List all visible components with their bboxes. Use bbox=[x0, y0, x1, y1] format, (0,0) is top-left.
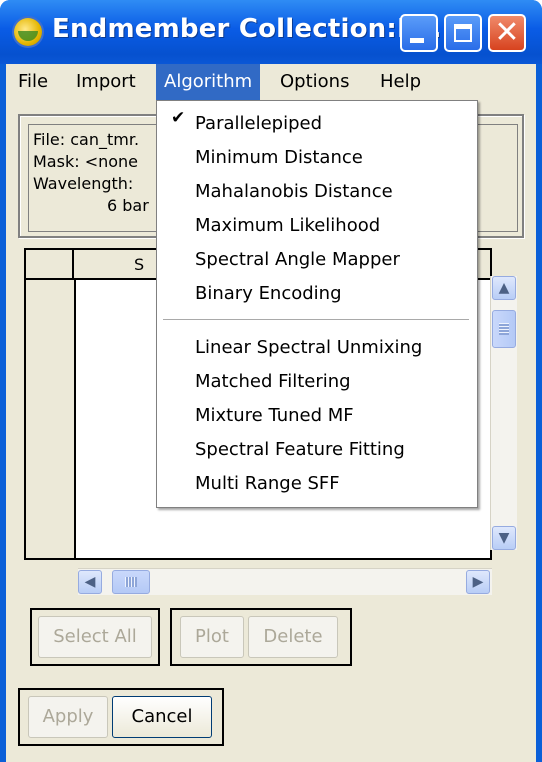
close-button[interactable]: ✕ bbox=[488, 14, 526, 52]
scroll-left-icon[interactable]: ◀ bbox=[78, 570, 102, 594]
menu-item-parallelepiped[interactable]: Parallelepiped bbox=[157, 107, 477, 141]
vertical-scroll-thumb[interactable] bbox=[492, 310, 516, 348]
title-bar[interactable]: Endmember Collection:P... ✕ bbox=[0, 0, 542, 64]
menu-import[interactable]: Import bbox=[68, 64, 144, 100]
close-icon: ✕ bbox=[494, 15, 520, 50]
menu-item-multi-range-sff[interactable]: Multi Range SFF bbox=[157, 467, 477, 501]
menu-item-mixture-tuned-mf[interactable]: Mixture Tuned MF bbox=[157, 399, 477, 433]
algorithm-dropdown-menu: ✔ Parallelepiped Minimum Distance Mahala… bbox=[156, 100, 478, 508]
menu-file[interactable]: File bbox=[10, 64, 56, 100]
menu-item-spectral-angle-mapper[interactable]: Spectral Angle Mapper bbox=[157, 243, 477, 277]
menu-item-binary-encoding[interactable]: Binary Encoding bbox=[157, 277, 477, 311]
horizontal-scrollbar[interactable]: ◀ ▶ bbox=[78, 568, 492, 595]
menu-help[interactable]: Help bbox=[372, 64, 429, 100]
select-button-group: Select All bbox=[30, 608, 160, 666]
horizontal-scroll-thumb[interactable] bbox=[112, 570, 150, 594]
apply-button[interactable]: Apply bbox=[28, 696, 108, 738]
menu-options[interactable]: Options bbox=[272, 64, 357, 100]
select-all-button[interactable]: Select All bbox=[38, 616, 152, 658]
scroll-down-icon[interactable]: ▼ bbox=[492, 526, 516, 550]
menu-item-maximum-likelihood[interactable]: Maximum Likelihood bbox=[157, 209, 477, 243]
maximize-icon bbox=[454, 24, 472, 42]
minimize-icon bbox=[410, 38, 424, 43]
scroll-right-icon[interactable]: ▶ bbox=[466, 570, 490, 594]
window-title: Endmember Collection:P... bbox=[52, 14, 442, 44]
apply-button-group: Apply Cancel bbox=[18, 688, 224, 746]
cancel-button[interactable]: Cancel bbox=[112, 696, 212, 738]
menu-item-linear-spectral-unmixing[interactable]: Linear Spectral Unmixing bbox=[157, 331, 477, 365]
scroll-up-icon[interactable]: ▲ bbox=[492, 276, 516, 300]
table-row-header[interactable] bbox=[26, 280, 76, 558]
minimize-button[interactable] bbox=[400, 14, 438, 52]
delete-button[interactable]: Delete bbox=[248, 616, 338, 658]
plot-button[interactable]: Plot bbox=[180, 616, 244, 658]
menu-algorithm[interactable]: Algorithm bbox=[156, 64, 261, 100]
menu-item-spectral-feature-fitting[interactable]: Spectral Feature Fitting bbox=[157, 433, 477, 467]
menu-item-matched-filtering[interactable]: Matched Filtering bbox=[157, 365, 477, 399]
plot-button-group: Plot Delete bbox=[170, 608, 352, 666]
vertical-scrollbar[interactable]: ▲ ▼ bbox=[490, 276, 517, 550]
menu-item-minimum-distance[interactable]: Minimum Distance bbox=[157, 141, 477, 175]
table-corner bbox=[26, 250, 74, 280]
maximize-button[interactable] bbox=[444, 14, 482, 52]
app-icon[interactable] bbox=[14, 18, 42, 46]
menu-bar: File Import Algorithm Options Help bbox=[6, 64, 536, 100]
menu-item-mahalanobis-distance[interactable]: Mahalanobis Distance bbox=[157, 175, 477, 209]
menu-separator bbox=[163, 319, 469, 321]
